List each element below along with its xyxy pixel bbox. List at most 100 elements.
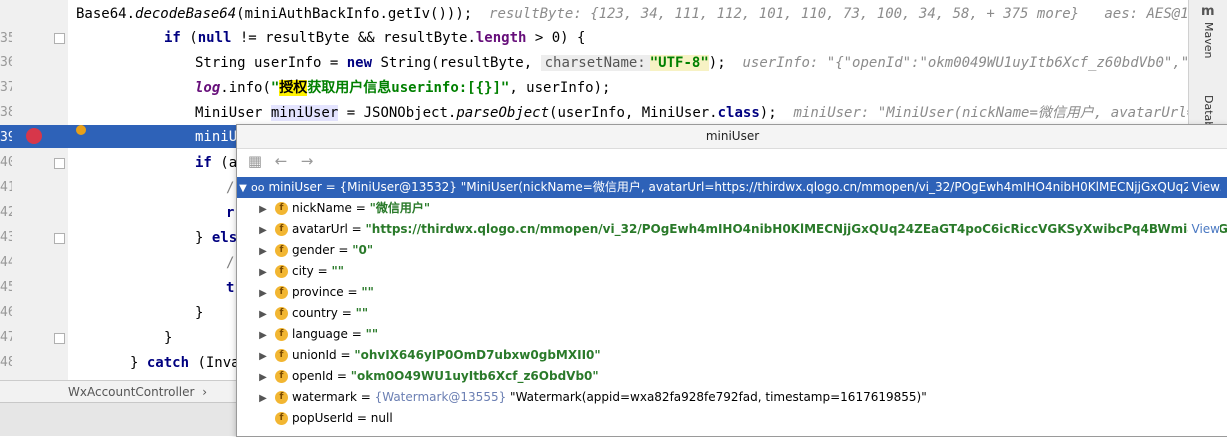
- code-line: if (null != resultByte && resultByte.len…: [164, 30, 586, 46]
- line-number: 48: [0, 355, 12, 370]
- variable-field-row[interactable]: ▶ f nickName = "微信用户": [237, 198, 1227, 219]
- view-link[interactable]: View: [1187, 177, 1220, 198]
- field-icon: f: [275, 391, 288, 404]
- variable-field-row[interactable]: ▶ f unionId = "ohvIX646yIP0OmD7ubxw0gbMXII…: [237, 345, 1227, 366]
- back-arrow-icon[interactable]: ←: [271, 152, 291, 170]
- expand-arrow-icon[interactable]: ▶: [257, 262, 269, 282]
- field-value: "Watermark(appid=wxa82fa928fe792fad, tim…: [506, 390, 927, 404]
- code-line: }: [164, 330, 173, 346]
- variable-tree-root[interactable]: ▼ oo miniUser = {MiniUser@13532} "MiniUser…: [237, 177, 1227, 198]
- field-name: province: [292, 285, 344, 299]
- maven-tool-tab[interactable]: Maven: [1202, 22, 1215, 58]
- forward-arrow-icon[interactable]: →: [297, 152, 317, 170]
- expand-arrow-icon[interactable]: ▶: [257, 325, 269, 345]
- equals-sign: =: [353, 411, 371, 425]
- variable-field-row[interactable]: f popUserId = null: [237, 408, 1227, 429]
- breadcrumb-class[interactable]: WxAccountController: [68, 385, 194, 399]
- field-name: avatarUrl: [292, 222, 348, 236]
- expand-arrow-icon[interactable]: ▶: [257, 388, 269, 408]
- equals-sign: =: [313, 264, 332, 278]
- variable-field-row[interactable]: ▶ f gender = "0": [237, 240, 1227, 261]
- inline-debug-hint: resultByte: {123, 34, 111, 112, 101, 110…: [489, 6, 1188, 22]
- view-link[interactable]: View: [1187, 219, 1220, 240]
- code-line: /: [226, 180, 235, 196]
- code-line: t: [226, 280, 235, 296]
- equals-sign: =: [347, 327, 366, 341]
- field-name: nickName: [292, 201, 352, 215]
- collapse-arrow-icon[interactable]: ▼: [237, 178, 249, 198]
- tool-window-strip: [0, 402, 236, 436]
- field-name: gender: [292, 243, 335, 257]
- expand-arrow-icon[interactable]: ▶: [257, 367, 269, 387]
- equals-sign: =: [337, 306, 356, 320]
- code-line: } catch (Inva: [130, 355, 240, 371]
- code-line: if (a: [195, 155, 238, 171]
- expand-arrow-icon[interactable]: ▶: [257, 283, 269, 303]
- line-number: 41: [0, 180, 12, 195]
- variable-field-row[interactable]: ▶ f province = "": [237, 282, 1227, 303]
- field-icon: f: [275, 202, 288, 215]
- field-value: "okm0O49WU1uyItb6Xcf_z6ObdVb0": [350, 369, 599, 383]
- line-number: 46: [0, 305, 12, 320]
- field-value: "0": [352, 243, 374, 257]
- expand-arrow-icon[interactable]: ▶: [257, 304, 269, 324]
- breakpoint-icon[interactable]: [26, 128, 42, 144]
- parameter-hint: charsetName:: [540, 55, 650, 71]
- field-icon: f: [275, 412, 288, 425]
- maven-icon[interactable]: m: [1201, 4, 1215, 19]
- object-ref: {Watermark@13555}: [374, 390, 507, 404]
- pin-icon[interactable]: ▦: [245, 152, 265, 170]
- variable-field-row[interactable]: ▶ f avatarUrl = "https://thirdwx.qlogo.cn/…: [237, 219, 1227, 240]
- equals-sign: =: [343, 285, 362, 299]
- field-icon: f: [275, 370, 288, 383]
- variable-field-row[interactable]: ▶ f language = "": [237, 324, 1227, 345]
- variable-field-row[interactable]: ▶ f openId = "okm0O49WU1uyItb6Xcf_z6ObdVb0…: [237, 366, 1227, 387]
- expand-arrow-icon[interactable]: ▶: [257, 199, 269, 219]
- code-line: r: [226, 205, 235, 221]
- code-line: /: [226, 255, 235, 271]
- line-number: 35: [0, 31, 12, 46]
- field-icon: f: [275, 307, 288, 320]
- line-number: 40: [0, 155, 12, 170]
- field-value: "微信用户": [369, 201, 431, 215]
- popup-toolbar: ▦ ← →: [237, 149, 1227, 173]
- line-number: 42: [0, 205, 12, 220]
- code-line: } els: [195, 230, 238, 246]
- variable-field-row[interactable]: ▶ f city = "": [237, 261, 1227, 282]
- debug-value-popup[interactable]: miniUser ▦ ← → ▼ oo miniUser = {MiniUser@1…: [236, 124, 1227, 437]
- variable-field-row[interactable]: ▶ f watermark = {Watermark@13555} "Waterma…: [237, 387, 1227, 408]
- editor-gutter[interactable]: 35 36 37 38 40 41 42 43 44 45 46 47 48: [0, 0, 68, 380]
- equals-sign: =: [356, 390, 375, 404]
- field-name: openId: [292, 369, 334, 383]
- code-line: }: [195, 305, 204, 321]
- equals-sign: =: [334, 243, 353, 257]
- field-name: city: [292, 264, 314, 278]
- field-name: country: [292, 306, 338, 320]
- field-name: unionId: [292, 348, 337, 362]
- field-icon: f: [275, 286, 288, 299]
- field-value: "": [355, 306, 369, 320]
- expand-arrow-icon[interactable]: ▶: [257, 346, 269, 366]
- variable-field-row[interactable]: ▶ f country = "": [237, 303, 1227, 324]
- code-line: String userInfo = new String(resultByte,…: [195, 52, 1188, 75]
- fold-marker-icon[interactable]: [54, 233, 65, 244]
- fold-marker-icon[interactable]: [54, 158, 65, 169]
- field-value: "ohvIX646yIP0OmD7ubxw0gbMXII0": [354, 348, 601, 362]
- fold-marker-icon[interactable]: [54, 333, 65, 344]
- expand-arrow-icon[interactable]: ▶: [257, 220, 269, 240]
- line-number: 38: [0, 105, 12, 120]
- watch-glasses-icon: oo: [251, 181, 265, 194]
- field-name: popUserId: [292, 411, 354, 425]
- code-line: miniU: [195, 129, 238, 145]
- field-value: "https://thirdwx.qlogo.cn/mmopen/vi_32/P…: [365, 222, 1227, 236]
- code-line: Base64.decodeBase64(miniAuthBackInfo.get…: [76, 3, 1188, 26]
- field-icon: f: [275, 328, 288, 341]
- code-line: log.info("授权获取用户信息userinfo:[{}]", userIn…: [195, 80, 611, 96]
- line-number: 43: [0, 230, 12, 245]
- breadcrumb: WxAccountController › mini: [0, 380, 236, 421]
- equals-sign: =: [351, 201, 370, 215]
- fold-marker-icon[interactable]: [54, 33, 65, 44]
- expand-arrow-icon[interactable]: ▶: [257, 241, 269, 261]
- field-icon: f: [275, 349, 288, 362]
- field-icon: f: [275, 244, 288, 257]
